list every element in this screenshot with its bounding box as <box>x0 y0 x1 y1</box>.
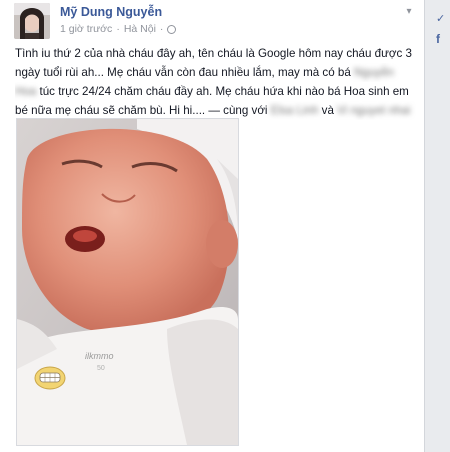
avatar[interactable] <box>14 3 50 39</box>
chevron-down-icon[interactable]: ▾ <box>402 5 416 19</box>
post-card: Mỹ Dung Nguyễn 1 giờ trước · Hà Nội · ▾ … <box>0 0 425 452</box>
post-text-line: Hoa túc trực 24/24 chăm cháu đầy ah. Mẹ … <box>15 82 420 101</box>
globe-icon <box>167 24 177 34</box>
onesie-brand: ilkmmo <box>85 351 114 361</box>
onesie-size: 50 <box>97 365 105 372</box>
post-meta: 1 giờ trước · Hà Nội · <box>60 23 177 35</box>
text-span: và <box>318 104 338 117</box>
right-sidebar: ✓ f <box>426 0 450 452</box>
blurred-tag[interactable]: Nguyễn <box>354 66 394 79</box>
post-text: Tình iu thứ 2 của nhà cháu đây ah, tên c… <box>15 44 420 120</box>
text-span: bé nữa mẹ cháu sẽ chăm bù. Hi hi.... — c… <box>15 104 271 117</box>
text-span: ngày tuổi rùi ah... Mẹ cháu vẫn còn đau … <box>15 66 354 79</box>
thumb-icon[interactable]: ✓ <box>436 12 445 25</box>
blurred-tag[interactable]: Hoa <box>15 85 36 98</box>
grin-emoji-icon <box>34 366 66 390</box>
post-photo[interactable]: ilkmmo 50 <box>16 118 239 446</box>
sidebar-f-icon[interactable]: f <box>436 32 440 46</box>
post-time[interactable]: 1 giờ trước <box>60 23 112 35</box>
meta-separator-2: · <box>159 23 164 35</box>
post-text-line: Tình iu thứ 2 của nhà cháu đây ah, tên c… <box>15 44 420 63</box>
post-location[interactable]: Hà Nội <box>124 23 156 35</box>
author-name[interactable]: Mỹ Dung Nguyễn <box>60 5 162 19</box>
text-span: túc trực 24/24 chăm cháu đầy ah. Mẹ cháu… <box>36 85 409 98</box>
text-span: Tình iu thứ 2 của nhà cháu đây ah, tên c… <box>15 47 412 60</box>
blurred-tag[interactable]: Vi nguyet nhai <box>337 104 410 117</box>
meta-separator: · <box>116 23 120 35</box>
post-text-line: ngày tuổi rùi ah... Mẹ cháu vẫn còn đau … <box>15 63 420 82</box>
blurred-tag[interactable]: Elsa Linh <box>271 104 319 117</box>
